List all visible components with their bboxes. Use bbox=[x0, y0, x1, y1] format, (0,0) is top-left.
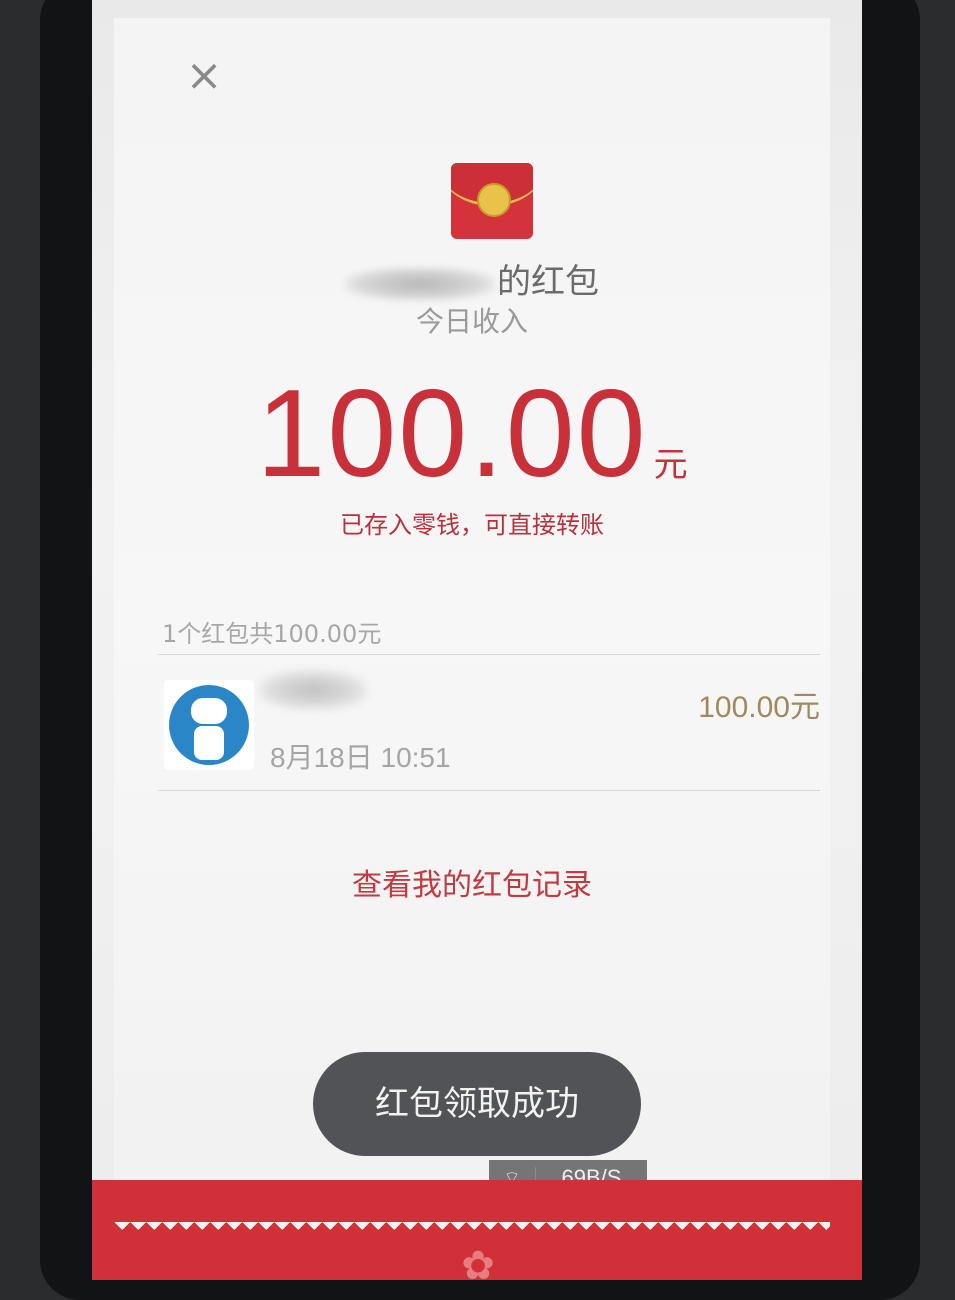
blurred-sender-name bbox=[345, 266, 495, 301]
record-time: 8月18日 10:51 bbox=[270, 742, 451, 773]
blurred-recipient-name bbox=[258, 670, 368, 710]
zigzag-edge bbox=[114, 1222, 830, 1238]
amount-display: 100.00 元 bbox=[114, 363, 830, 505]
flower-icon: ✿ bbox=[461, 1243, 495, 1280]
summary-line: 1个红包共100.00元 bbox=[162, 620, 382, 648]
record-amount: 100.00元 bbox=[698, 691, 820, 724]
divider bbox=[158, 790, 820, 791]
history-link[interactable]: 查看我的红包记录 bbox=[114, 860, 830, 904]
close-icon[interactable]: × bbox=[184, 54, 224, 98]
avatar-head bbox=[191, 698, 227, 724]
amount-unit: 元 bbox=[653, 445, 688, 485]
stored-note: 已存入零钱，可直接转账 bbox=[340, 511, 604, 539]
sender-title-suffix: 的红包 bbox=[497, 262, 599, 302]
amount-value: 100.00 bbox=[256, 365, 648, 503]
screen: × 的红包 今日收入 100.00 元 已存入零钱，可直接转账 1个红包共100.… bbox=[92, 0, 862, 1280]
today-income-label: 今日收入 bbox=[415, 305, 528, 338]
robot-avatar-icon bbox=[164, 680, 254, 770]
toast: 红包领取成功 bbox=[313, 1052, 641, 1156]
coin-icon bbox=[477, 183, 511, 217]
list-item[interactable]: 8月18日 10:51 100.00元 bbox=[158, 658, 820, 788]
avatar-body bbox=[194, 726, 224, 760]
red-envelope-icon bbox=[451, 163, 533, 239]
sender-title: 的红包 bbox=[114, 254, 830, 303]
divider bbox=[158, 654, 820, 655]
